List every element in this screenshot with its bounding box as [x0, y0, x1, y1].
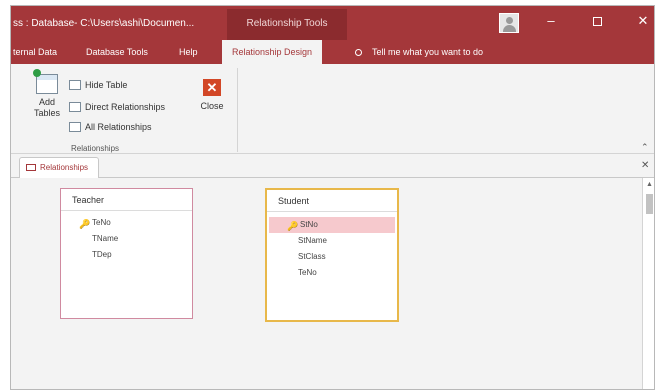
access-window: ss : Database- C:\Users\ashi\Documen... …	[10, 5, 655, 390]
field-name: StName	[298, 236, 327, 245]
group-separator	[237, 68, 238, 152]
close-tab-button[interactable]: ✕	[641, 160, 649, 171]
add-tables-button[interactable]: Add Tables	[31, 69, 63, 119]
minimize-button[interactable]: –	[539, 10, 563, 34]
field-name: StClass	[298, 252, 326, 261]
field-item[interactable]: StName	[267, 233, 397, 249]
direct-relationships-label: Direct Relationships	[85, 102, 166, 112]
direct-relationships-button[interactable]: Direct Relationships	[69, 100, 165, 114]
vertical-scrollbar[interactable]: ▲	[642, 178, 654, 389]
table-title[interactable]: Student	[267, 190, 397, 212]
hide-table-icon	[69, 80, 81, 90]
field-name: TeNo	[298, 268, 317, 277]
lightbulb-icon	[355, 49, 362, 56]
maximize-button[interactable]	[585, 10, 609, 34]
field-name: TeNo	[92, 218, 111, 227]
tell-me-text: Tell me what you want to do	[372, 47, 484, 57]
field-name: TDep	[92, 250, 112, 259]
all-relationships-button[interactable]: All Relationships	[69, 120, 152, 134]
document-tab-strip: Relationships ✕	[11, 154, 654, 178]
primary-key-icon: 🔑	[287, 221, 299, 231]
hide-table-label: Hide Table	[85, 80, 128, 90]
tab-relationships-label: Relationships	[40, 163, 89, 172]
ribbon-body: Add Tables Hide Table Direct Relationshi…	[11, 64, 654, 154]
hide-table-button[interactable]: Hide Table	[69, 78, 127, 92]
direct-relationships-icon	[69, 102, 81, 112]
tab-external-data[interactable]: ternal Data	[13, 40, 57, 64]
table-student[interactable]: Student 🔑 StNo StName StClass TeNo	[265, 188, 399, 322]
all-relationships-label: All Relationships	[85, 122, 152, 132]
context-tab-relationship-tools: Relationship Tools	[227, 9, 347, 40]
tab-help[interactable]: Help	[179, 40, 198, 64]
field-name: StNo	[300, 220, 318, 229]
close-x-icon: ✕	[203, 79, 221, 96]
tab-relationship-design[interactable]: Relationship Design	[222, 40, 323, 64]
account-avatar-icon[interactable]	[499, 13, 519, 33]
field-name: TName	[92, 234, 119, 243]
field-item-selected[interactable]: 🔑 StNo	[269, 217, 395, 233]
add-table-icon	[33, 69, 58, 94]
field-item[interactable]: TDep	[61, 247, 192, 263]
relationships-canvas[interactable]: Teacher 🔑 TeNo TName TDep Student 🔑 StNo S…	[11, 178, 642, 389]
close-label: Close	[200, 101, 224, 111]
all-relationships-icon	[69, 122, 81, 132]
add-tables-label-1: Add	[38, 97, 55, 107]
relationships-icon	[26, 164, 36, 171]
field-item[interactable]: StClass	[267, 249, 397, 265]
close-window-button[interactable]: ✕	[631, 10, 654, 34]
scrollbar-thumb[interactable]	[646, 194, 653, 214]
tab-relationships[interactable]: Relationships	[19, 157, 100, 178]
field-item[interactable]: TName	[61, 231, 192, 247]
title-bar: ss : Database- C:\Users\ashi\Documen... …	[11, 6, 654, 40]
window-title: ss : Database- C:\Users\ashi\Documen...	[13, 18, 195, 29]
table-title[interactable]: Teacher	[61, 189, 192, 211]
add-tables-label-2: Tables	[33, 108, 60, 118]
collapse-ribbon-button[interactable]: ⌃	[641, 142, 649, 153]
primary-key-icon: 🔑	[79, 219, 91, 229]
field-list: 🔑 TeNo TName TDep	[61, 211, 192, 263]
field-item[interactable]: 🔑 TeNo	[61, 215, 192, 231]
scroll-up-arrow-icon[interactable]: ▲	[646, 181, 653, 188]
close-relationships-button[interactable]: ✕ Close	[199, 79, 225, 111]
maximize-icon	[592, 17, 602, 27]
field-list: 🔑 StNo StName StClass TeNo	[267, 212, 397, 281]
tell-me-search[interactable]: Tell me what you want to do	[355, 40, 483, 64]
field-item[interactable]: TeNo	[267, 265, 397, 281]
ribbon-tab-row: ternal Data Database Tools Help Relation…	[11, 40, 654, 64]
tab-database-tools[interactable]: Database Tools	[86, 40, 148, 64]
table-teacher[interactable]: Teacher 🔑 TeNo TName TDep	[60, 188, 193, 319]
group-label-relationships: Relationships	[71, 144, 120, 153]
